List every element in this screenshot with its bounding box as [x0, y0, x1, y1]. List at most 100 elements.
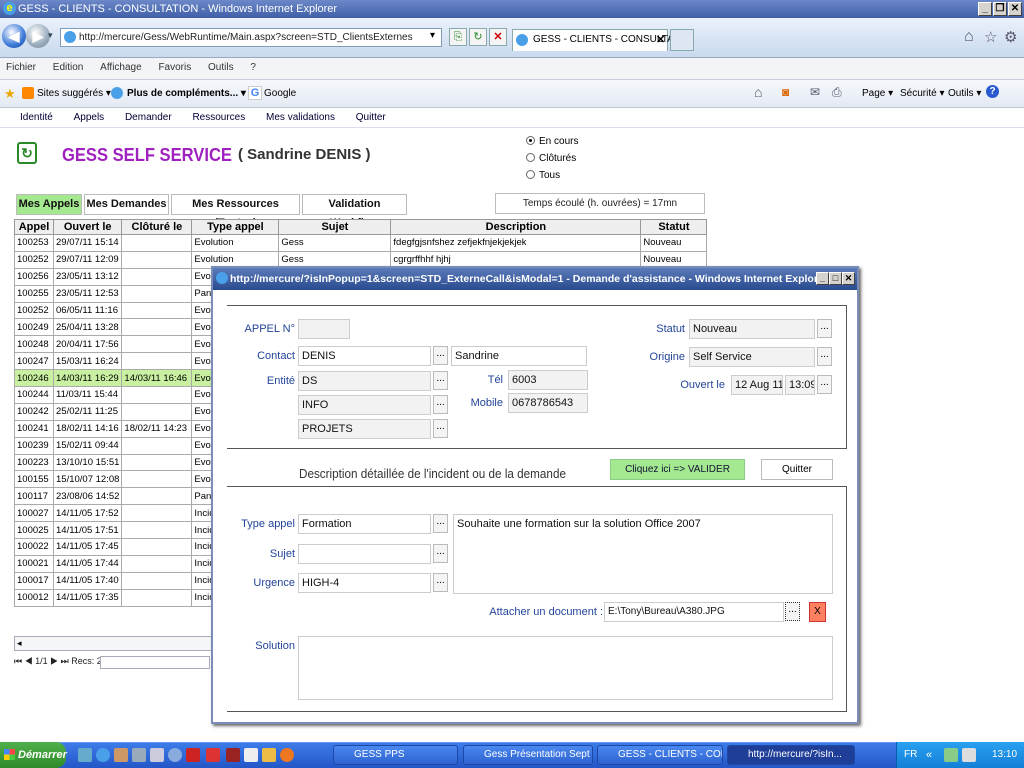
filter-en-cours[interactable]: En cours — [526, 136, 578, 147]
mail-icon[interactable]: ✉ — [810, 85, 820, 99]
favorites-star-icon-small[interactable]: ★ — [4, 86, 16, 102]
tray-volume-icon[interactable] — [962, 748, 976, 762]
refresh-icon[interactable]: ↻ — [469, 28, 487, 46]
close-button[interactable]: ✕ — [1008, 2, 1022, 16]
origine-lookup-button[interactable]: ... — [817, 347, 832, 366]
tools-gear-icon[interactable]: ⚙ — [1004, 28, 1017, 46]
valider-button[interactable]: Cliquez ici => VALIDER — [610, 459, 745, 480]
feeds-icon[interactable]: ◙ — [782, 85, 789, 99]
app-menu-demander[interactable]: Demander — [125, 112, 172, 123]
quicklaunch-docs-icon[interactable] — [150, 748, 164, 762]
entite-1-lookup-button[interactable]: ... — [433, 371, 448, 390]
cmd-page[interactable]: Page ▾ — [862, 80, 893, 108]
app-menu-validations[interactable]: Mes validations — [266, 112, 335, 123]
app-menu-quitter[interactable]: Quitter — [356, 112, 386, 123]
popup-maximize-button[interactable]: □ — [829, 272, 842, 285]
attach-path-field[interactable]: E:\Tony\Bureau\A380.JPG — [604, 602, 784, 622]
cmd-securite[interactable]: Sécurité ▾ — [900, 80, 944, 108]
col-description[interactable]: Description — [390, 219, 642, 235]
urgence-lookup-button[interactable]: ... — [433, 573, 448, 592]
help-icon[interactable]: ? — [986, 85, 999, 98]
radio-icon[interactable] — [526, 153, 535, 162]
quicklaunch-ie-icon[interactable] — [96, 748, 110, 762]
col-appel[interactable]: Appel — [14, 219, 54, 235]
col-ouvert[interactable]: Ouvert le — [52, 219, 123, 235]
type-appel-field[interactable]: Formation — [298, 514, 431, 534]
lang-indicator[interactable]: FR — [904, 742, 917, 768]
menu-outils[interactable]: Outils — [208, 62, 234, 73]
tab-mes-demandes[interactable]: Mes Demandes — [84, 194, 169, 215]
tab-close-icon[interactable]: ✕ — [656, 33, 665, 46]
contact-first-field[interactable]: Sandrine — [451, 346, 587, 366]
menu-fichier[interactable]: Fichier — [6, 62, 36, 73]
menu-favoris[interactable]: Favoris — [158, 62, 191, 73]
home-icon[interactable]: ⌂ — [964, 28, 974, 46]
quicklaunch-notepad-icon[interactable] — [244, 748, 258, 762]
address-dropdown-icon[interactable]: ▾ — [430, 30, 435, 41]
quicklaunch-filezilla-icon[interactable] — [206, 748, 220, 762]
minimize-button[interactable]: _ — [978, 2, 992, 16]
task-popup[interactable]: http://mercure/?isIn... — [727, 745, 855, 765]
contact-name-field[interactable]: DENIS — [298, 346, 431, 366]
filter-clotures[interactable]: Clôturés — [526, 153, 576, 164]
urgence-field[interactable]: HIGH-4 — [298, 573, 431, 593]
back-icon[interactable]: ◀ — [2, 24, 26, 48]
filter-tous[interactable]: Tous — [526, 170, 560, 181]
cmd-outils[interactable]: Outils ▾ — [948, 80, 981, 108]
favorites-star-icon[interactable]: ☆ — [984, 28, 997, 46]
quicklaunch-network-icon[interactable] — [132, 748, 146, 762]
quicklaunch-app-icon[interactable] — [226, 748, 240, 762]
tray-expand-icon[interactable]: « — [926, 742, 932, 768]
pager[interactable]: ⏮ ◀ 1/1 ▶ ⏭ Recs: 22 — [14, 656, 107, 667]
home-cmd-icon[interactable]: ⌂ — [754, 84, 762, 100]
app-menu-identite[interactable]: Identité — [20, 112, 53, 123]
fav-google[interactable]: Google — [264, 80, 296, 108]
quicklaunch-firefox-icon[interactable] — [280, 748, 294, 762]
attach-remove-button[interactable]: X — [809, 602, 826, 622]
statut-lookup-button[interactable]: ... — [817, 319, 832, 338]
tab-mes-ressources[interactable]: Mes Ressources (Toutes) — [171, 194, 300, 229]
fav-more-addons[interactable]: Plus de compléments... ▾ — [127, 80, 246, 108]
new-tab-button[interactable] — [670, 29, 694, 51]
quicklaunch-tools-icon[interactable] — [114, 748, 128, 762]
compatibility-icon[interactable]: ⎘ — [449, 28, 467, 46]
maximize-button[interactable]: ❐ — [993, 2, 1007, 16]
pager-input[interactable] — [100, 656, 210, 669]
table-row[interactable]: 100253 29/07/11 15:14 Evolution Gess fdegfgj… — [14, 234, 708, 252]
fav-suggested-sites[interactable]: Sites suggérés ▾ — [37, 80, 111, 108]
print-icon[interactable]: ⎙ — [832, 85, 842, 100]
ouvert-lookup-button[interactable]: ... — [817, 375, 832, 394]
app-menu-appels[interactable]: Appels — [74, 112, 105, 123]
quitter-button[interactable]: Quitter — [761, 459, 833, 480]
app-refresh-icon[interactable]: ↻ — [17, 142, 37, 164]
horizontal-scrollbar[interactable]: ◂ — [14, 636, 212, 651]
col-cloture[interactable]: Clôturé le — [121, 219, 193, 235]
task-gess-presentation[interactable]: Gess Présentation Sept ... — [463, 745, 593, 765]
contact-lookup-button[interactable]: ... — [433, 346, 448, 365]
radio-icon[interactable] — [526, 170, 535, 179]
task-gess-pps[interactable]: GESS PPS — [333, 745, 458, 765]
menu-help[interactable]: ? — [250, 62, 256, 73]
popup-close-button[interactable]: ✕ — [842, 272, 855, 285]
col-statut[interactable]: Statut — [640, 219, 708, 235]
entite-3-lookup-button[interactable]: ... — [433, 419, 448, 438]
quicklaunch-folder-icon[interactable] — [262, 748, 276, 762]
browser-tab-active[interactable]: GESS - CLIENTS - CONSULTA... — [512, 29, 682, 51]
scroll-left-icon[interactable]: ◂ — [15, 638, 22, 648]
attach-browse-button[interactable]: ... — [785, 602, 800, 621]
col-sujet[interactable]: Sujet — [278, 219, 392, 235]
tray-network-icon[interactable] — [944, 748, 958, 762]
type-appel-lookup-button[interactable]: ... — [433, 514, 448, 533]
description-textarea[interactable]: Souhaite une formation sur la solution O… — [453, 514, 833, 594]
history-dropdown-icon[interactable]: ▾ — [48, 30, 53, 41]
address-bar[interactable]: http://mercure/Gess/WebRuntime/Main.aspx… — [60, 28, 442, 47]
app-menu-ressources[interactable]: Ressources — [192, 112, 245, 123]
quicklaunch-media-icon[interactable] — [186, 748, 200, 762]
col-type[interactable]: Type appel — [191, 219, 280, 235]
radio-checked-icon[interactable] — [526, 136, 535, 145]
tab-mes-appels[interactable]: Mes Appels — [16, 194, 82, 215]
tab-validation-workflow[interactable]: Validation Workflow — [302, 194, 407, 229]
menu-edition[interactable]: Edition — [53, 62, 84, 73]
task-gess-clients[interactable]: GESS - CLIENTS - CONS... — [597, 745, 723, 765]
stop-icon[interactable]: ✕ — [489, 28, 507, 46]
